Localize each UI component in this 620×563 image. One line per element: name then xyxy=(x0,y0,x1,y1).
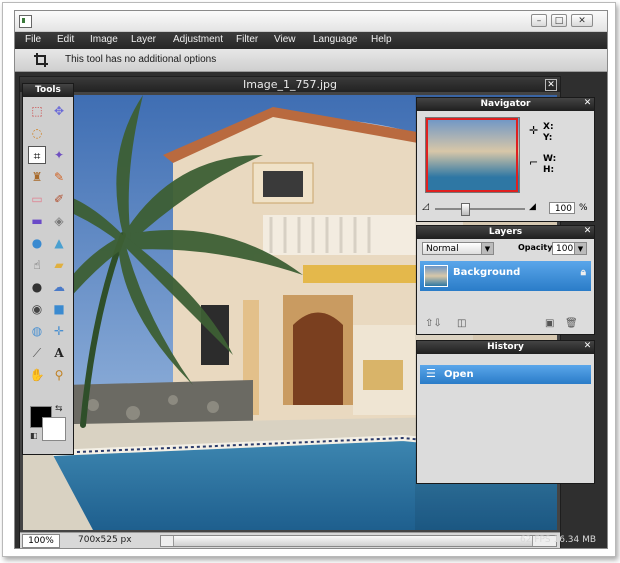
navigator-close-icon[interactable]: ✕ xyxy=(583,99,592,108)
app-icon xyxy=(19,15,32,28)
document-icon: ☰ xyxy=(426,367,436,380)
zoom-slider[interactable] xyxy=(435,203,525,216)
eye-icon[interactable]: ◉ xyxy=(28,300,46,318)
menu-edit[interactable]: Edit xyxy=(57,34,74,45)
layer-move-icon[interactable]: ⇧⇩ xyxy=(425,318,442,329)
eraser-icon[interactable]: ▭ xyxy=(28,190,46,208)
scrollbar-thumb[interactable] xyxy=(173,536,533,546)
w-label: W: xyxy=(543,154,557,164)
zoom-percent-input[interactable]: 100 xyxy=(549,202,575,214)
layers-title: Layers xyxy=(417,226,594,239)
image-close-icon[interactable]: ✕ xyxy=(545,79,557,91)
text-icon[interactable]: A xyxy=(50,344,68,362)
zoom-in-icon[interactable]: ◢ xyxy=(529,202,536,212)
history-item[interactable]: ☰ Open xyxy=(420,365,591,384)
blend-mode-value: Normal xyxy=(426,244,459,254)
menu-filter[interactable]: Filter xyxy=(236,34,258,45)
triangle-icon[interactable]: ▲ xyxy=(50,234,68,252)
crop-tool-icon[interactable]: ⌗ xyxy=(28,146,46,164)
history-close-icon[interactable]: ✕ xyxy=(583,342,592,351)
menu-language[interactable]: Language xyxy=(313,34,358,45)
move-icon[interactable]: ✥ xyxy=(50,102,68,120)
lock-icon[interactable]: 🔒︎ xyxy=(581,267,586,278)
menu-view[interactable]: View xyxy=(274,34,296,45)
image-status-bar: 100% 700x525 px xyxy=(20,532,560,548)
hand-icon[interactable]: ✋ xyxy=(28,366,46,384)
menu-file[interactable]: File xyxy=(25,34,41,45)
crop-icon xyxy=(34,53,48,67)
zoom-out-icon[interactable]: ◿ xyxy=(422,202,429,212)
blend-mode-select[interactable]: Normal ▼ xyxy=(422,242,494,255)
image-dimensions: 700x525 px xyxy=(78,535,132,545)
sponge-icon[interactable]: ▰ xyxy=(50,256,68,274)
tools-panel-title: Tools xyxy=(23,84,73,97)
h-label: H: xyxy=(543,165,555,175)
menu-bar: File Edit Image Layer Adjustment Filter … xyxy=(15,32,607,49)
menu-help[interactable]: Help xyxy=(371,34,392,45)
maximize-button[interactable]: □ xyxy=(551,14,567,27)
menu-image[interactable]: Image xyxy=(90,34,118,45)
blob-icon[interactable]: ☁ xyxy=(50,278,68,296)
reset-colors-icon[interactable]: ◧ xyxy=(30,431,38,440)
tools-panel: Tools ⬚ ✥ ◌ ⌗ ✦ ♜ ✎ ▭ ✐ ▬ ◈ ● ▲ ☝ ▰ ● ☁ … xyxy=(22,83,74,455)
opacity-select[interactable]: 100 ▼ xyxy=(552,242,587,255)
zoom-slider-handle[interactable] xyxy=(461,203,470,216)
selection-size-icon: ⌐ xyxy=(529,156,539,169)
x-label: X: xyxy=(543,122,554,132)
zoom-unit: % xyxy=(579,203,588,213)
zoom-field[interactable]: 100% xyxy=(22,534,60,548)
eyedropper-icon[interactable]: ⟋ xyxy=(28,344,46,362)
layers-panel: Layers ✕ Normal ▼ Opacity: 100 ▼ Backgro… xyxy=(416,225,595,335)
globe-icon[interactable]: ◍ xyxy=(28,322,46,340)
image-title: Image_1_757.jpg xyxy=(243,78,337,91)
menu-adjustment[interactable]: Adjustment xyxy=(173,34,223,45)
cursor-position-icon: ✛ xyxy=(529,124,539,137)
marquee-icon[interactable]: ⬚ xyxy=(28,102,46,120)
opacity-value: 100 xyxy=(556,244,574,254)
pencil-icon[interactable]: ✎ xyxy=(50,168,68,186)
rectangle-icon[interactable]: ▬ xyxy=(28,212,46,230)
new-layer-icon[interactable]: ▣ xyxy=(545,318,554,329)
navigator-viewport[interactable] xyxy=(426,118,518,192)
history-panel: History ✕ ☰ Open xyxy=(416,340,595,484)
minimize-button[interactable]: – xyxy=(531,14,547,27)
window-titlebar: – □ ✕ xyxy=(15,11,607,32)
horizontal-scrollbar[interactable] xyxy=(160,535,557,547)
layer-name: Background xyxy=(453,267,521,278)
magic-wand-icon[interactable]: ✦ xyxy=(50,146,68,164)
opacity-label: Opacity: xyxy=(518,243,556,252)
history-item-label: Open xyxy=(444,369,474,380)
image-window-titlebar[interactable]: Image_1_757.jpg ✕ xyxy=(20,77,560,92)
background-color-swatch[interactable] xyxy=(42,417,66,441)
history-title: History xyxy=(417,341,594,354)
smudge-icon[interactable]: ☝ xyxy=(28,256,46,274)
trash-icon[interactable]: 🗑︎ xyxy=(565,318,578,329)
brush-icon[interactable]: ✐ xyxy=(50,190,68,208)
lasso-icon[interactable]: ◌ xyxy=(28,124,46,142)
layer-thumbnail xyxy=(424,265,448,287)
navigator-panel: Navigator ✕ ✛ X: Y: ⌐ W: H: ◿ ◢ 100 % xyxy=(416,97,595,222)
layer-row[interactable]: Background 🔒︎ xyxy=(420,261,591,291)
navigator-thumbnail[interactable] xyxy=(425,117,520,193)
layers-close-icon[interactable]: ✕ xyxy=(583,227,592,236)
options-message: This tool has no additional options xyxy=(65,54,217,65)
drop-icon[interactable]: ● xyxy=(28,234,46,252)
bomb-icon[interactable]: ● xyxy=(28,278,46,296)
bucket-icon[interactable]: ◈ xyxy=(50,212,68,230)
navigator-title: Navigator xyxy=(417,98,594,111)
chevron-down-icon: ▼ xyxy=(481,243,493,254)
swap-colors-icon[interactable]: ⇆ xyxy=(55,404,63,414)
expand-icon[interactable]: ✛ xyxy=(50,322,68,340)
close-button[interactable]: ✕ xyxy=(571,14,593,27)
zoom-icon[interactable]: ⚲ xyxy=(50,366,68,384)
menu-layer[interactable]: Layer xyxy=(131,34,156,45)
tool-options-bar: This tool has no additional options xyxy=(15,49,607,72)
chevron-down-icon: ▼ xyxy=(574,243,586,254)
file-info: 62 FPS 16.34 MB xyxy=(520,535,597,545)
stamp-icon[interactable]: ♜ xyxy=(28,168,46,186)
y-label: Y: xyxy=(543,133,553,143)
layer-style-icon[interactable]: ◫ xyxy=(457,318,466,329)
square-icon[interactable]: ■ xyxy=(50,300,68,318)
